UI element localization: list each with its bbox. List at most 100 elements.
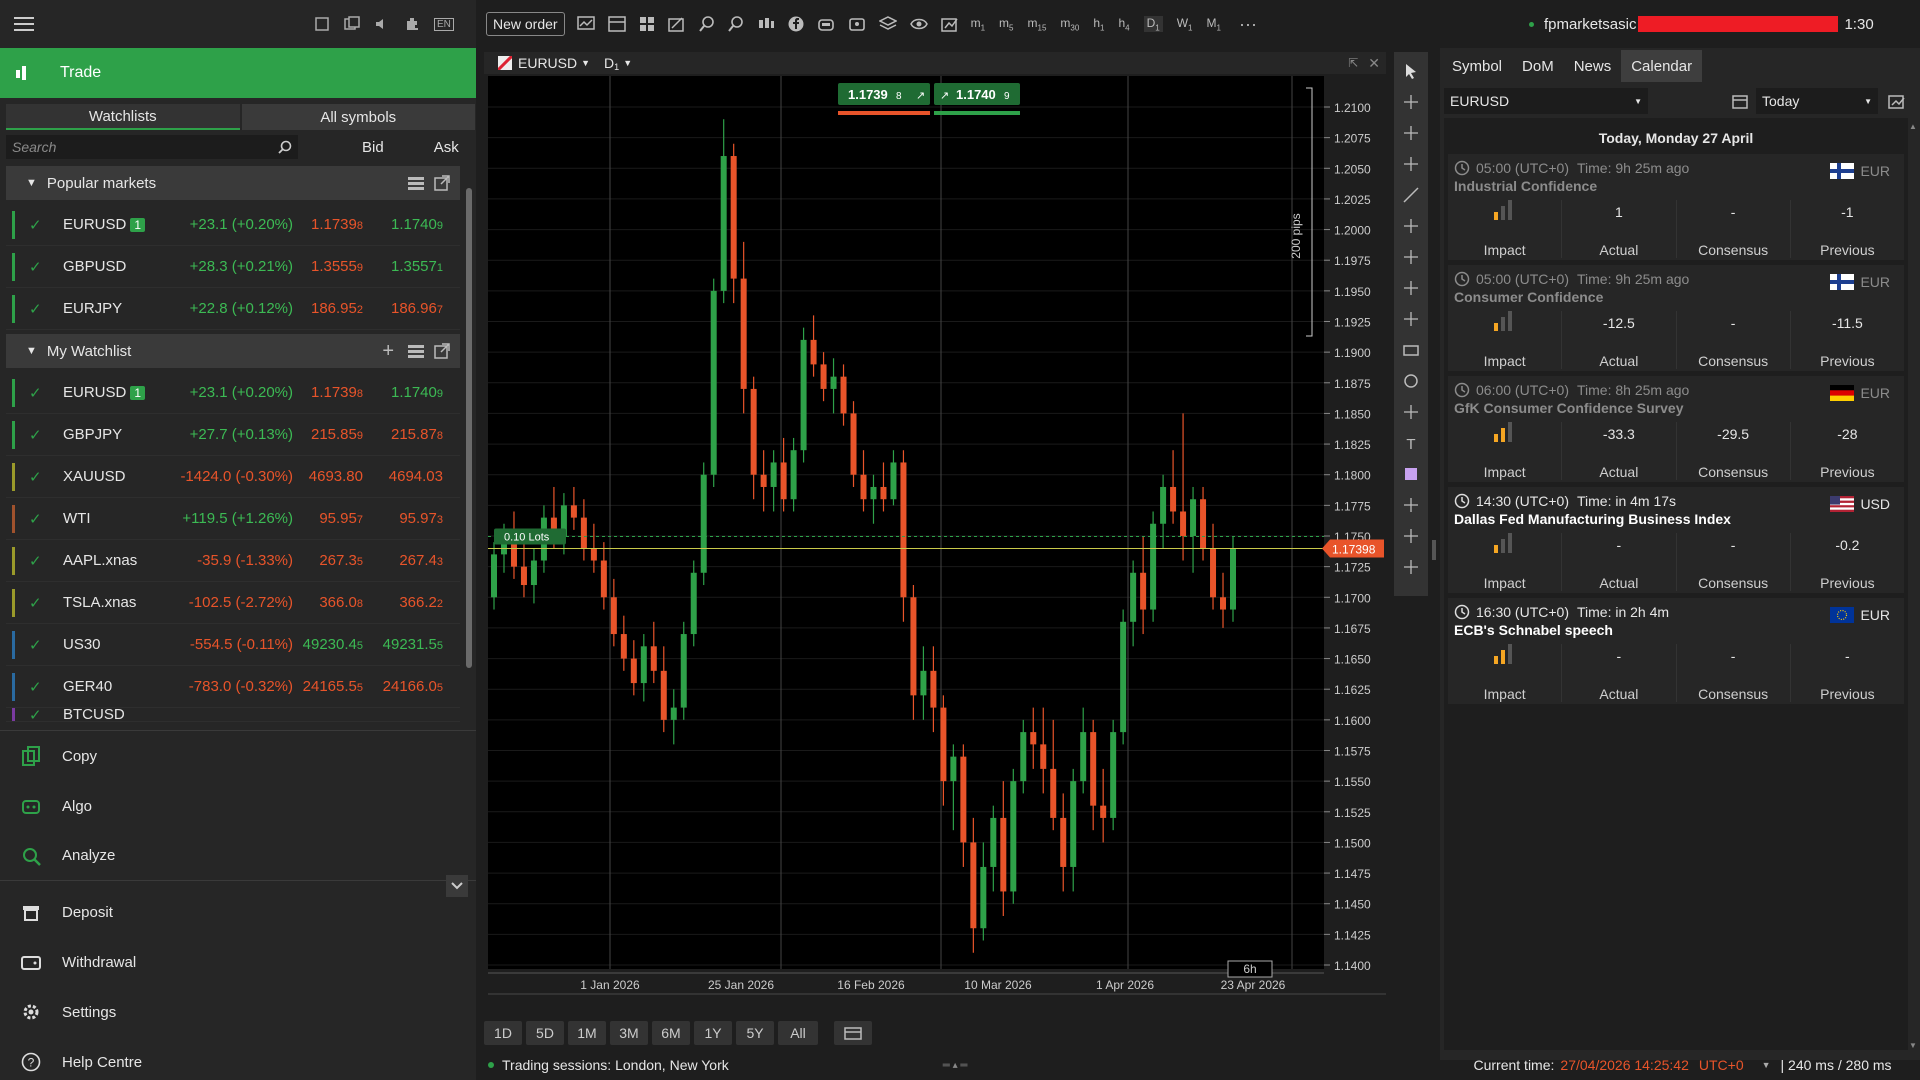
candle-body[interactable] — [940, 707, 947, 782]
check-icon[interactable]: ✓ — [29, 258, 49, 276]
candle-body[interactable] — [650, 646, 657, 671]
watchlist-row[interactable]: ✓ XAUUSD -1424.0 (-0.30%) 4693.80 4694.03 — [6, 456, 460, 498]
fullscreen-icon[interactable] — [314, 16, 330, 32]
bid-price[interactable]: 215.859 — [293, 426, 363, 443]
ask-price[interactable]: 49231.55 — [363, 636, 443, 653]
candle-body[interactable] — [820, 364, 827, 389]
watchlist-row[interactable]: ✓ GER40 -783.0 (-0.32%) 24165.55 24166.05 — [6, 666, 460, 708]
check-icon[interactable]: ✓ — [29, 636, 49, 654]
candle-body[interactable] — [780, 462, 787, 500]
candle-body[interactable] — [870, 486, 877, 500]
chevron-down-icon[interactable] — [446, 875, 468, 897]
ask-price[interactable]: 1.17409 — [363, 384, 443, 401]
candle-body[interactable] — [900, 462, 907, 598]
close-icon[interactable]: ✕ — [1368, 55, 1380, 72]
candle-body[interactable] — [790, 450, 797, 500]
replay-icon[interactable] — [1402, 558, 1420, 576]
date-select[interactable]: Today ▼ — [1756, 88, 1878, 114]
ask-price[interactable]: 186.967 — [363, 300, 443, 317]
candle-body[interactable] — [770, 462, 777, 487]
calendar-event[interactable]: 14:30 (UTC+0) Time: in 4m 17s USD Dallas Fe… — [1448, 487, 1904, 593]
plugin-icon[interactable] — [848, 16, 866, 32]
ask-price[interactable]: 1.17409 — [363, 216, 443, 233]
collapse-icon[interactable]: ▼ — [26, 345, 37, 357]
timeframe-dropdown-icon[interactable]: ▼ — [623, 58, 632, 68]
candles-icon[interactable] — [757, 16, 775, 32]
candle-body[interactable] — [1210, 548, 1217, 598]
search-icon[interactable] — [278, 140, 292, 154]
calendar-event[interactable]: 05:00 (UTC+0) Time: 9h 25m ago EUR Consumer… — [1448, 265, 1904, 371]
calendar-scrollbar[interactable]: ▲ ▼ — [1908, 122, 1918, 1050]
candle-body[interactable] — [610, 597, 617, 635]
candle-body[interactable] — [920, 670, 927, 696]
check-icon[interactable]: ✓ — [29, 594, 49, 612]
check-icon[interactable]: ✓ — [29, 426, 49, 444]
ask-price[interactable]: 215.878 — [363, 426, 443, 443]
tab-symbol[interactable]: Symbol — [1442, 50, 1512, 82]
circle-icon[interactable] — [1402, 372, 1420, 390]
new-order-button[interactable]: New order — [486, 12, 565, 36]
candle-body[interactable] — [570, 505, 577, 518]
ask-price[interactable]: 366.22 — [363, 594, 443, 611]
candle-body[interactable] — [700, 474, 707, 573]
check-icon[interactable]: ✓ — [29, 468, 49, 486]
fibonacci-icon[interactable] — [1402, 248, 1420, 266]
watchlist-row[interactable]: ✓ WTI +119.5 (+1.26%) 95.957 95.973 — [6, 498, 460, 540]
candle-body[interactable] — [630, 658, 637, 684]
nav-deposit[interactable]: Deposit — [0, 887, 476, 937]
candle-body[interactable] — [990, 817, 997, 867]
candle-body[interactable] — [620, 634, 627, 659]
candle-body[interactable] — [750, 388, 757, 475]
grid-icon[interactable] — [639, 16, 655, 32]
timezone[interactable]: UTC+0 — [1699, 1057, 1744, 1073]
candle-body[interactable] — [810, 339, 817, 365]
add-icon[interactable]: + — [382, 340, 394, 363]
popout-icon[interactable] — [434, 343, 450, 359]
color-swatch-icon[interactable] — [1402, 465, 1420, 483]
candle-body[interactable] — [530, 560, 537, 586]
eye-icon[interactable] — [909, 17, 928, 31]
candle-body[interactable] — [760, 474, 767, 487]
watchlist-row[interactable]: ✓ EURUSD 1 +23.1 (+0.20%) 1.17398 1.17409 — [6, 204, 460, 246]
bid-price[interactable]: 1.17398 — [293, 384, 363, 401]
sell-button[interactable]: 1.1739 8 ↗ — [838, 83, 930, 105]
calendar-event[interactable]: 05:00 (UTC+0) Time: 9h 25m ago EUR Industri… — [1448, 154, 1904, 260]
candle-body[interactable] — [830, 376, 837, 389]
candle-body[interactable] — [720, 156, 727, 291]
candle-body[interactable] — [1020, 732, 1027, 782]
calendar-event[interactable]: 16:30 (UTC+0) Time: in 2h 4m EUR ECB's Schn… — [1448, 598, 1904, 704]
candle-body[interactable] — [680, 634, 687, 708]
candle-body[interactable] — [640, 646, 647, 684]
bid-price[interactable]: 1.35559 — [293, 258, 363, 275]
candle-body[interactable] — [670, 707, 677, 720]
candle-body[interactable] — [1060, 817, 1067, 867]
search-input[interactable]: Search — [6, 135, 298, 159]
timeframe-h4[interactable]: h4 — [1118, 16, 1129, 32]
candle-body[interactable] — [840, 376, 847, 414]
range-5Y[interactable]: 5Y — [736, 1021, 774, 1045]
facebook-icon[interactable] — [788, 16, 804, 32]
candle-body[interactable] — [850, 413, 857, 475]
timeframe-M1[interactable]: M1 — [1207, 16, 1221, 32]
candle-body[interactable] — [800, 339, 807, 451]
resize-grip[interactable]: ═ ▴ ═ — [943, 1060, 968, 1071]
timeframe-m5[interactable]: m5 — [999, 16, 1013, 32]
columns-icon[interactable] — [408, 344, 424, 358]
symbol-dropdown-icon[interactable]: ▼ — [581, 58, 590, 68]
calendar-range-icon[interactable] — [834, 1021, 872, 1045]
columns-icon[interactable] — [408, 176, 424, 190]
bid-price[interactable]: 49230.45 — [293, 636, 363, 653]
nav-algo[interactable]: Algo — [0, 781, 476, 831]
chart-icon[interactable] — [576, 16, 595, 32]
crosshair-measure-icon[interactable] — [1402, 155, 1420, 173]
candle-body[interactable] — [1120, 621, 1127, 733]
candle-body[interactable] — [1200, 499, 1207, 549]
alert-icon[interactable] — [1402, 527, 1420, 545]
chart-timeframe[interactable]: D — [604, 55, 614, 71]
crosshair-icon[interactable] — [1402, 93, 1420, 111]
bid-price[interactable]: 24165.55 — [293, 678, 363, 695]
group-my-watchlist[interactable]: ▼ My Watchlist + — [6, 334, 460, 368]
chart-symbol[interactable]: EURUSD — [518, 55, 577, 71]
position-lots-tag[interactable]: 0.10 Lots — [494, 528, 566, 545]
chart-settings-icon[interactable] — [940, 16, 959, 32]
